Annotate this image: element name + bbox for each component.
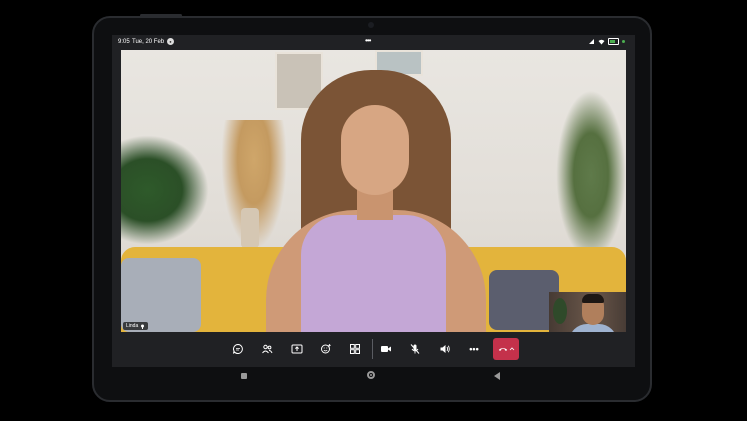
battery-icon	[608, 38, 619, 45]
cushion-left	[121, 258, 201, 332]
wifi-icon	[598, 39, 605, 44]
share-screen-icon	[291, 344, 303, 354]
view-grid-icon	[350, 344, 360, 354]
signal-icon	[589, 38, 594, 44]
back-nav-button[interactable]	[494, 372, 500, 380]
camera-button[interactable]	[377, 341, 395, 357]
status-time: 9:05	[118, 39, 130, 45]
more-button[interactable]: •••	[465, 341, 483, 357]
participant-top	[301, 215, 446, 332]
plant-left	[121, 135, 209, 245]
more-dots[interactable]: •••	[365, 36, 371, 45]
speaker-icon	[440, 345, 450, 353]
main-video[interactable]: Linda	[121, 50, 626, 332]
more-icon: •••	[469, 344, 479, 354]
self-view-hair	[582, 294, 604, 303]
people-icon	[262, 344, 273, 354]
reactions-icon	[321, 344, 331, 354]
hang-up-button[interactable]	[493, 338, 519, 360]
mic-muted-icon	[410, 344, 420, 354]
status-bar: 9:05 Tue, 20 Feb ● •••	[112, 35, 635, 49]
reactions-button[interactable]	[317, 341, 335, 357]
participant-face	[341, 105, 409, 195]
call-control-bar: •••	[112, 335, 635, 363]
people-button[interactable]	[258, 341, 276, 357]
front-camera	[368, 22, 374, 28]
camera-icon	[381, 346, 391, 352]
recents-nav-button[interactable]	[241, 373, 247, 379]
chat-icon	[233, 343, 243, 354]
participant-name-tag: Linda	[123, 322, 149, 330]
notification-icon: ●	[167, 38, 174, 45]
hang-up-icon	[498, 347, 507, 351]
home-nav-button[interactable]	[367, 371, 375, 379]
power-button	[140, 14, 182, 17]
self-view-plant	[553, 298, 567, 324]
mic-button[interactable]	[406, 341, 424, 357]
mic-small-icon	[141, 324, 145, 329]
tablet-screen: 9:05 Tue, 20 Feb ● ••• Linda •••	[112, 35, 635, 367]
chat-button[interactable]	[229, 341, 247, 357]
self-view-tile[interactable]	[549, 292, 626, 332]
speaker-button[interactable]	[436, 341, 454, 357]
plant-right	[556, 90, 626, 260]
share-screen-button[interactable]	[288, 341, 306, 357]
vase	[241, 208, 259, 248]
controls-divider	[372, 339, 373, 359]
status-icons	[589, 38, 625, 45]
participant-name: Linda	[126, 323, 139, 329]
view-grid-button[interactable]	[346, 341, 364, 357]
active-indicator-icon	[622, 40, 625, 43]
status-date: Tue, 20 Feb	[132, 39, 165, 45]
chevron-up-icon[interactable]	[509, 346, 515, 352]
